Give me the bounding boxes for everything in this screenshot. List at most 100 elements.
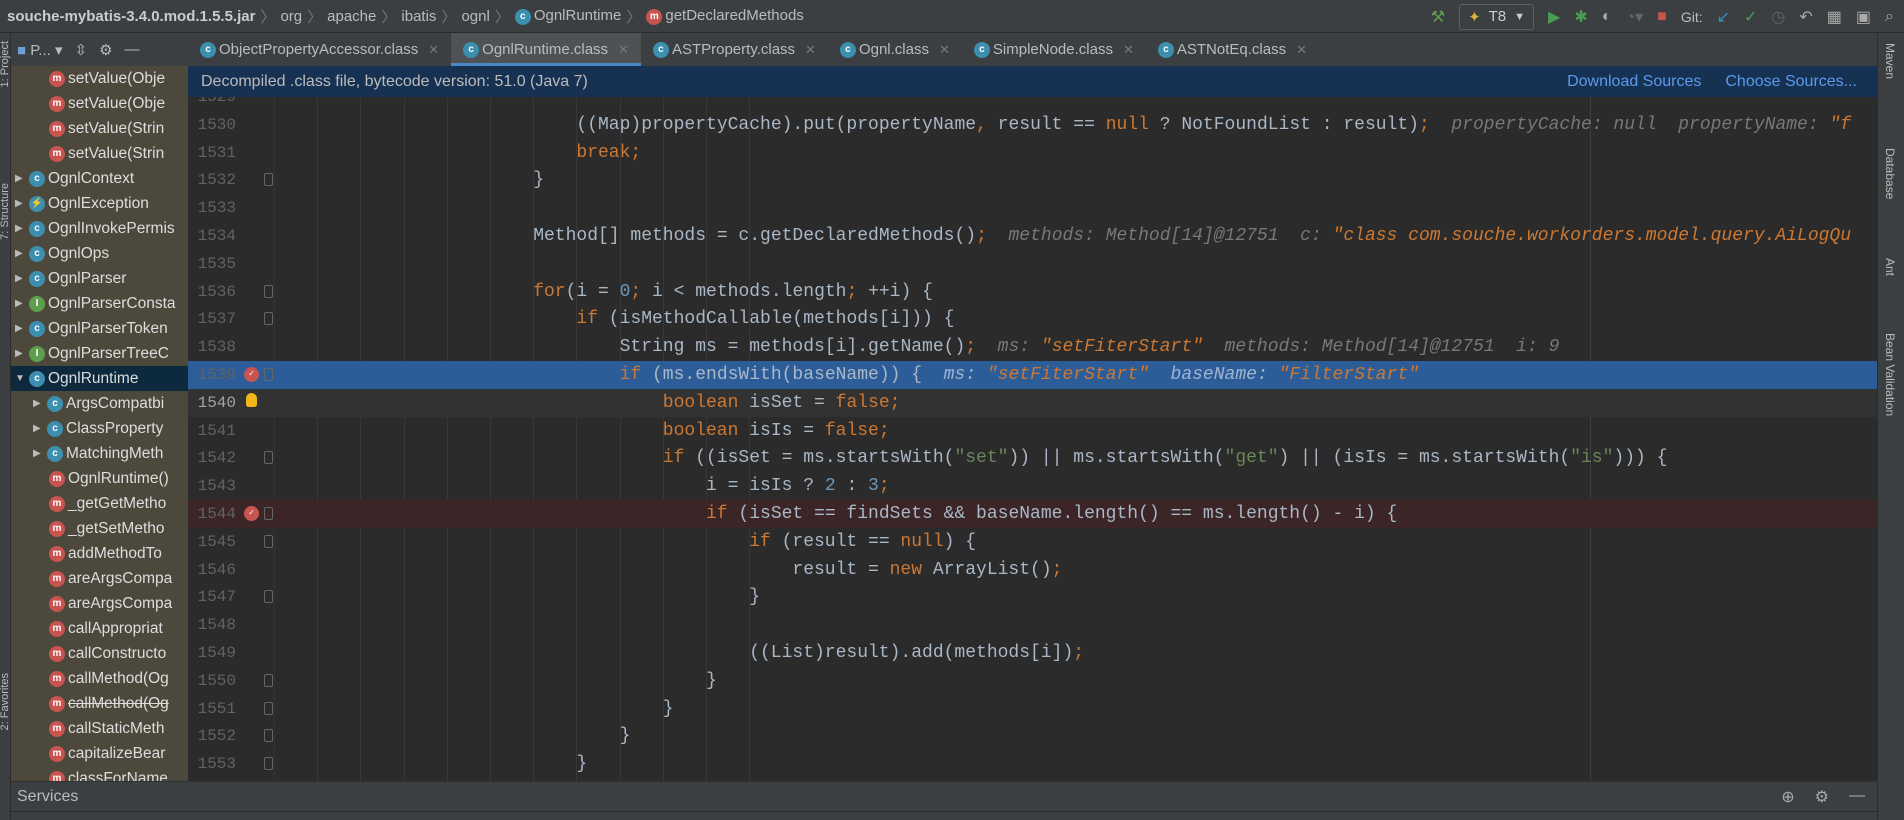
fold-marker-icon[interactable] bbox=[264, 729, 273, 743]
breadcrumb-item[interactable]: ognl bbox=[461, 8, 489, 25]
line-number[interactable]: 1545 bbox=[188, 528, 236, 556]
tree-item[interactable]: ▼ c OgnlRuntime bbox=[11, 366, 188, 391]
ant-tool-button[interactable]: Ant bbox=[1883, 258, 1897, 276]
maven-tool-button[interactable]: Maven bbox=[1883, 43, 1897, 79]
breakpoint-icon[interactable]: ✓ bbox=[244, 506, 259, 521]
code-line[interactable]: 1530 ((Map)propertyCache).put(propertyNam… bbox=[188, 111, 1877, 139]
line-number[interactable]: 1547 bbox=[188, 583, 236, 611]
chevron-right-icon[interactable]: ▶ bbox=[15, 248, 29, 259]
line-number[interactable]: 1541 bbox=[188, 417, 236, 445]
line-number[interactable]: 1534 bbox=[188, 222, 236, 250]
profile-icon[interactable]: ◔▾ bbox=[1625, 7, 1643, 27]
code-line[interactable]: 1531 break; bbox=[188, 139, 1877, 167]
run-config-dropdown[interactable]: ✦ T8 ▼ bbox=[1459, 3, 1535, 30]
editor-tab[interactable]: c OgnlRuntime.class ✕ bbox=[451, 33, 641, 66]
fold-marker-icon[interactable] bbox=[264, 757, 273, 771]
tree-item[interactable]: ▶ c OgnlInvokePermis bbox=[11, 216, 188, 241]
code-line[interactable]: 1552} bbox=[188, 722, 1877, 750]
close-tab-icon[interactable]: ✕ bbox=[1296, 42, 1307, 58]
tree-item[interactable]: m callConstructo bbox=[11, 641, 188, 666]
tree-item[interactable]: m OgnlRuntime() bbox=[11, 466, 188, 491]
fold-marker-icon[interactable] bbox=[264, 673, 273, 687]
debug-bug-icon[interactable]: ✱ bbox=[1574, 7, 1587, 27]
tree-item[interactable]: m _getGetMetho bbox=[11, 491, 188, 516]
fold-marker-icon[interactable] bbox=[264, 173, 273, 187]
revert-icon[interactable]: ↶ bbox=[1799, 7, 1812, 27]
editor-tab[interactable]: c Ognl.class ✕ bbox=[828, 33, 962, 66]
structure-tool-button[interactable]: 7: Structure bbox=[0, 183, 11, 240]
build-hammer-icon[interactable]: ⚒ bbox=[1431, 7, 1445, 27]
crosshair-icon[interactable]: ⊕ bbox=[1781, 787, 1794, 807]
line-number[interactable]: 1544 bbox=[188, 500, 236, 528]
line-number[interactable]: 1539 bbox=[188, 361, 236, 389]
tree-item[interactable]: m areArgsCompa bbox=[11, 591, 188, 616]
line-number[interactable]: 1553 bbox=[188, 750, 236, 778]
code-line[interactable]: 1545 if (result == null) { bbox=[188, 528, 1877, 556]
tree-item[interactable]: m capitalizeBear bbox=[11, 741, 188, 766]
line-number[interactable]: 1551 bbox=[188, 695, 236, 723]
code-line[interactable]: 1548 bbox=[188, 611, 1877, 639]
layout-icon[interactable]: ▣ bbox=[1856, 7, 1871, 27]
breadcrumb-item[interactable]: m getDeclaredMethods bbox=[646, 7, 804, 25]
history-clock-icon[interactable]: ◷ bbox=[1771, 7, 1785, 27]
services-title[interactable]: Services bbox=[17, 788, 78, 806]
line-number[interactable]: 1536 bbox=[188, 278, 236, 306]
line-number[interactable]: 1538 bbox=[188, 333, 236, 361]
coverage-icon[interactable]: ◐ bbox=[1602, 8, 1612, 26]
close-tab-icon[interactable]: ✕ bbox=[805, 42, 816, 58]
code-line[interactable]: 1538 String ms = methods[i].getName(); ms… bbox=[188, 333, 1877, 361]
code-line[interactable]: 1543 i = isIs ? 2 : 3; bbox=[188, 472, 1877, 500]
tree-item[interactable]: m _getSetMetho bbox=[11, 516, 188, 541]
code-line[interactable]: 1529 bbox=[188, 97, 1877, 111]
chevron-right-icon[interactable]: ▶ bbox=[15, 323, 29, 334]
breadcrumb-item[interactable]: apache bbox=[327, 8, 376, 25]
hide-panel-icon[interactable]: — bbox=[1849, 787, 1865, 807]
tree-item[interactable]: ▶ ⚡ OgnlException bbox=[11, 191, 188, 216]
chevron-right-icon[interactable]: ▶ bbox=[15, 173, 29, 184]
code-line[interactable]: 1546 result = new ArrayList(); bbox=[188, 556, 1877, 584]
breadcrumb-item[interactable]: ibatis bbox=[401, 8, 436, 25]
code-line[interactable]: 1537 if (isMethodCallable(methods[i])) { bbox=[188, 305, 1877, 333]
code-line[interactable]: 1535 bbox=[188, 250, 1877, 278]
fold-marker-icon[interactable] bbox=[264, 451, 273, 465]
tree-item[interactable]: ▶ c MatchingMeth bbox=[11, 441, 188, 466]
tree-item[interactable]: m setValue(Strin bbox=[11, 116, 188, 141]
code-line[interactable]: 1547} bbox=[188, 583, 1877, 611]
close-tab-icon[interactable]: ✕ bbox=[618, 42, 629, 58]
download-sources-link[interactable]: Download Sources bbox=[1567, 73, 1701, 91]
chevron-right-icon[interactable]: ▶ bbox=[33, 448, 47, 459]
fold-marker-icon[interactable] bbox=[264, 590, 273, 604]
tree-item[interactable]: m classForName bbox=[11, 766, 188, 781]
line-number[interactable]: 1546 bbox=[188, 556, 236, 584]
tree-item[interactable]: m callMethod(Og bbox=[11, 691, 188, 716]
chevron-right-icon[interactable]: ▶ bbox=[33, 423, 47, 434]
fold-marker-icon[interactable] bbox=[264, 507, 273, 520]
chevron-right-icon[interactable]: ▶ bbox=[15, 198, 29, 209]
chevron-right-icon[interactable]: ▶ bbox=[15, 298, 29, 309]
code-line[interactable]: 1534 Method[] methods = c.getDeclaredMeth… bbox=[188, 222, 1877, 250]
close-tab-icon[interactable]: ✕ bbox=[1123, 42, 1134, 58]
line-number[interactable]: 1530 bbox=[188, 111, 236, 139]
editor-tab[interactable]: c SimpleNode.class ✕ bbox=[962, 33, 1146, 66]
tree-item[interactable]: ▶ c ClassProperty bbox=[11, 416, 188, 441]
line-number[interactable]: 1550 bbox=[188, 667, 236, 695]
project-view-dropdown[interactable]: ■ P... ▾ bbox=[17, 41, 63, 59]
stop-icon[interactable]: ■ bbox=[1657, 8, 1667, 26]
line-number[interactable]: 1552 bbox=[188, 722, 236, 750]
code-line[interactable]: 1536 for(i = 0; i < methods.length; ++i) … bbox=[188, 278, 1877, 306]
editor-tab[interactable]: c ASTProperty.class ✕ bbox=[641, 33, 828, 66]
database-tool-button[interactable]: Database bbox=[1883, 148, 1897, 199]
code-line[interactable]: 1533 bbox=[188, 194, 1877, 222]
fold-marker-icon[interactable] bbox=[264, 368, 273, 381]
line-number[interactable]: 1537 bbox=[188, 305, 236, 333]
git-commit-check-icon[interactable]: ✓ bbox=[1744, 7, 1757, 27]
project-structure-icon[interactable]: ▦ bbox=[1827, 7, 1842, 27]
tree-item[interactable]: m areArgsCompa bbox=[11, 566, 188, 591]
code-line[interactable]: 1540 boolean isSet = false; bbox=[188, 388, 1877, 417]
choose-sources-link[interactable]: Choose Sources... bbox=[1725, 73, 1857, 91]
fold-marker-icon[interactable] bbox=[264, 284, 273, 298]
chevron-right-icon[interactable]: ▶ bbox=[15, 273, 29, 284]
line-number[interactable]: 1531 bbox=[188, 139, 236, 167]
code-line[interactable]: 1553} bbox=[188, 750, 1877, 778]
tree-item[interactable]: m callMethod(Og bbox=[11, 666, 188, 691]
